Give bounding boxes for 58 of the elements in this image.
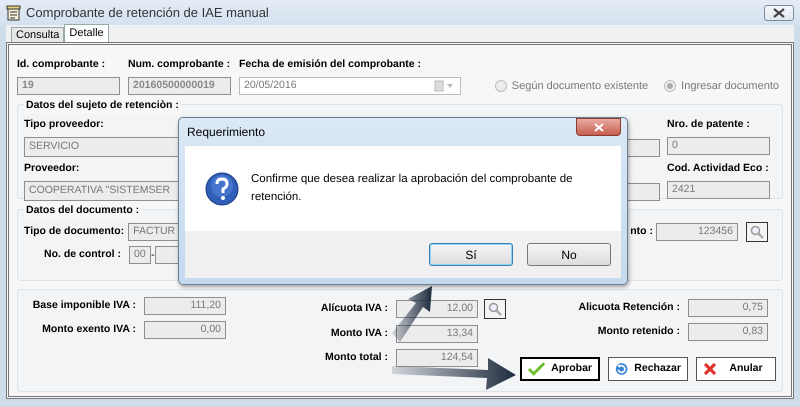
search-icon: [750, 225, 764, 239]
group-title: Datos del documento :: [24, 203, 142, 219]
close-icon: [703, 362, 717, 376]
question-icon: [205, 172, 239, 206]
action-button[interactable]: Rechazar: [608, 357, 688, 381]
field-label: Monto exento IVA :: [41, 322, 136, 338]
field-label: Cod. Actividad Eco :: [667, 160, 769, 176]
close-icon: [773, 8, 785, 18]
dialog-message: Confirme que desea realizar la aprobación del comprobante de retención.: [251, 172, 574, 204]
tab[interactable]: Detalle: [64, 24, 109, 42]
input-field: 2421: [667, 180, 770, 198]
input-field: 123456: [656, 223, 738, 241]
pointer-arrow: [392, 286, 432, 342]
field-label: Tipo proveedor:: [24, 117, 104, 132]
search-icon: [488, 302, 502, 316]
close-button[interactable]: [764, 4, 794, 20]
separator-text: -: [151, 248, 155, 263]
input-field: 19: [17, 77, 120, 95]
input-field: 0,00: [144, 321, 226, 339]
refresh-icon: [615, 361, 628, 377]
field-label: Tipo de documento:: [24, 224, 124, 240]
field-label: Monto retenido :: [596, 324, 680, 340]
checkmark-icon: [528, 362, 546, 376]
field-label: Alícuota IVA :: [320, 301, 388, 316]
group-title: Datos del sujeto de retenciòn :: [24, 98, 181, 114]
field-label: Monto IVA :: [330, 326, 388, 342]
input-field: 0,75: [688, 299, 768, 317]
input-field: 111,20: [144, 297, 226, 315]
date-field[interactable]: 20/05/2016: [239, 77, 461, 95]
field-label: Proveedor:: [24, 160, 80, 176]
action-button[interactable]: Aprobar: [520, 357, 600, 381]
input-field: 00: [129, 246, 151, 264]
field-label: Monto total :: [324, 350, 388, 366]
window-title: Comprobante de retención de IAE manual: [26, 4, 269, 22]
action-button[interactable]: Anular: [696, 357, 776, 381]
search-button[interactable]: [484, 299, 506, 319]
radio-option[interactable]: Según documento existente: [494, 77, 648, 95]
dialog-button[interactable]: No: [527, 243, 611, 266]
close-icon: [594, 122, 604, 132]
field-label: Base imponible IVA :: [32, 298, 136, 314]
close-button[interactable]: [576, 118, 621, 136]
field-label: Id. comprobante :: [17, 57, 106, 72]
input-field: 0: [667, 136, 770, 155]
tab[interactable]: Consulta: [11, 27, 64, 42]
field-label: nto :: [630, 224, 653, 240]
field-label: Alicuota Retención :: [577, 300, 680, 316]
dialog-title: Requerimiento: [187, 124, 266, 141]
input-field: 124,54: [396, 349, 478, 367]
field-label: No. de control :: [44, 247, 121, 262]
field-label: Fecha de emisión del comprobante :: [239, 57, 422, 72]
document-icon: [6, 4, 21, 20]
dialog-button[interactable]: Sí: [429, 243, 513, 266]
search-button[interactable]: [746, 222, 768, 242]
field-label: Nro. de patente :: [667, 117, 750, 132]
input-field: 0,83: [688, 323, 768, 341]
field-label: Num. comprobante :: [128, 57, 231, 72]
radio-option[interactable]: Ingresar documento: [664, 77, 779, 95]
input-field: 20160500000019: [128, 77, 231, 95]
